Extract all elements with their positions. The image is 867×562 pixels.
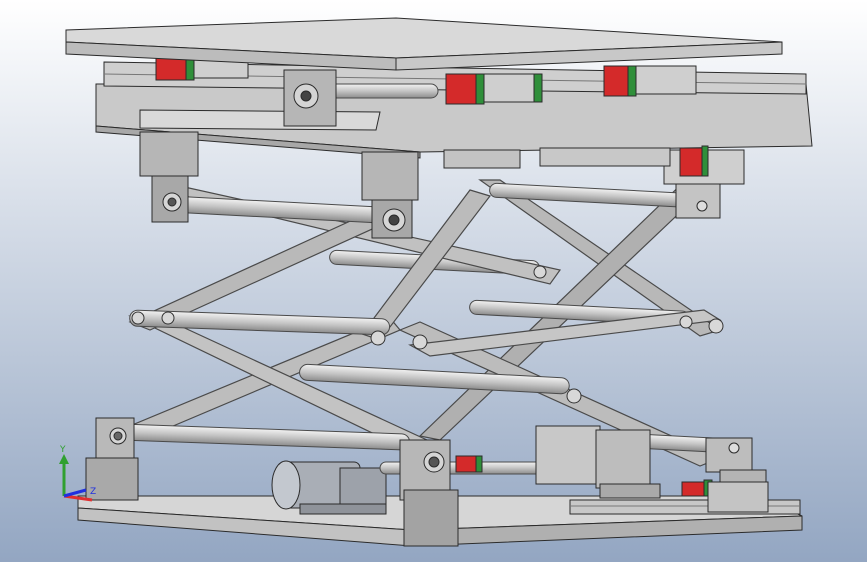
bottom-center-bearing-block <box>399 439 459 547</box>
scissor-lift-assembly-model[interactable]: Y Z <box>0 0 867 562</box>
base-rail-carriage <box>455 455 483 473</box>
y-axis-label: Y <box>59 445 66 455</box>
z-axis-label: Z <box>90 487 96 497</box>
upper-rear-carriage <box>443 147 671 169</box>
drive-motor <box>271 460 387 515</box>
cad-viewport[interactable]: Y Z <box>0 0 867 562</box>
top-pillow-block <box>283 69 337 127</box>
